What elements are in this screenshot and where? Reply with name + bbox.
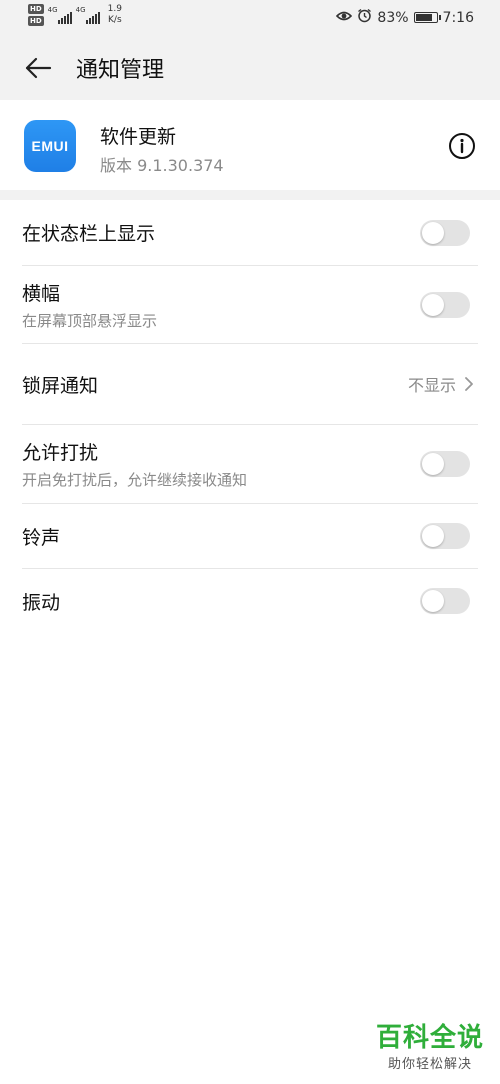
- setting-row-status-bar[interactable]: 在状态栏上显示: [22, 200, 478, 266]
- setting-row-ringtone[interactable]: 铃声: [22, 504, 478, 569]
- watermark-logo: 百科全说 助你轻松解决: [376, 1023, 484, 1072]
- network-type-1: 4G: [47, 6, 58, 14]
- setting-row-allow-dnd[interactable]: 允许打扰 开启免打扰后，允许继续接收通知: [22, 425, 478, 504]
- allow-dnd-toggle[interactable]: [420, 451, 470, 477]
- app-icon-text: EMUI: [31, 138, 69, 154]
- network-type-2: 4G: [75, 6, 86, 14]
- setting-title-ringtone: 铃声: [22, 526, 61, 549]
- app-name: 软件更新: [100, 126, 177, 148]
- signal-icon-1: 4G: [47, 6, 72, 24]
- toggle-knob: [422, 525, 444, 547]
- ringtone-toggle[interactable]: [420, 523, 470, 549]
- alarm-icon: [357, 8, 372, 27]
- setting-title-lock-screen: 锁屏通知: [22, 374, 99, 397]
- signal-icon-2: 4G: [75, 6, 100, 24]
- status-left: HD HD 4G 4G 1.9 K/s: [28, 4, 122, 26]
- status-right: 83% 7:16: [336, 8, 474, 27]
- arrow-left-icon: [25, 57, 52, 79]
- network-speed: 1.9 K/s: [108, 4, 122, 26]
- settings-list: 在状态栏上显示 横幅 在屏幕顶部悬浮显示 锁屏通知 不显示 允许打扰 开启免打扰…: [0, 200, 500, 633]
- toggle-knob: [422, 453, 444, 475]
- back-button[interactable]: [18, 48, 58, 88]
- setting-title-allow-dnd: 允许打扰: [22, 442, 99, 464]
- app-icon: EMUI: [24, 120, 76, 172]
- app-info-button[interactable]: [448, 132, 476, 160]
- battery-icon: [413, 12, 441, 23]
- chevron-right-icon: [465, 377, 473, 391]
- battery-percent: 83%: [377, 9, 409, 26]
- status-bar: HD HD 4G 4G 1.9 K/s 83% 7:16: [0, 0, 500, 36]
- setting-subtitle-allow-dnd: 开启免打扰后，允许继续接收通知: [22, 471, 248, 489]
- toggle-knob: [422, 221, 444, 244]
- info-icon: [449, 133, 475, 159]
- setting-title-banner: 横幅: [22, 282, 61, 305]
- eye-comfort-icon: [336, 10, 353, 26]
- watermark-subtitle: 助你轻松解决: [387, 1057, 472, 1072]
- network-speed-unit: K/s: [108, 15, 122, 25]
- setting-subtitle-banner: 在屏幕顶部悬浮显示: [22, 311, 158, 330]
- setting-title-vibration: 振动: [22, 591, 61, 614]
- setting-row-banner[interactable]: 横幅 在屏幕顶部悬浮显示: [22, 266, 478, 344]
- hd-indicators: HD HD: [28, 4, 44, 26]
- toggle-knob: [422, 590, 444, 612]
- setting-title-status-bar: 在状态栏上显示: [22, 223, 156, 245]
- watermark-title: 百科全说: [375, 1023, 484, 1053]
- app-info-card: EMUI 软件更新 版本 9.1.30.374: [0, 100, 500, 190]
- hd-badge-2: HD: [28, 16, 44, 26]
- section-divider: [0, 190, 500, 200]
- hd-badge-1: HD: [28, 4, 44, 14]
- setting-row-lock-screen[interactable]: 锁屏通知 不显示: [22, 344, 478, 425]
- page-title: 通知管理: [76, 58, 165, 83]
- top-area: HD HD 4G 4G 1.9 K/s 83% 7:16 通知管理: [0, 0, 500, 100]
- toggle-knob: [422, 293, 444, 316]
- lock-screen-value[interactable]: 不显示: [408, 372, 474, 396]
- banner-toggle[interactable]: [420, 291, 470, 318]
- status-bar-toggle[interactable]: [420, 219, 470, 246]
- vibration-toggle[interactable]: [420, 588, 470, 614]
- network-speed-value: 1.9: [107, 4, 122, 14]
- clock-time: 7:16: [442, 9, 474, 26]
- lock-screen-value-text: 不显示: [407, 376, 456, 395]
- header: 通知管理: [0, 36, 500, 100]
- app-version: 版本 9.1.30.374: [100, 156, 224, 175]
- setting-row-vibration[interactable]: 振动: [22, 569, 478, 633]
